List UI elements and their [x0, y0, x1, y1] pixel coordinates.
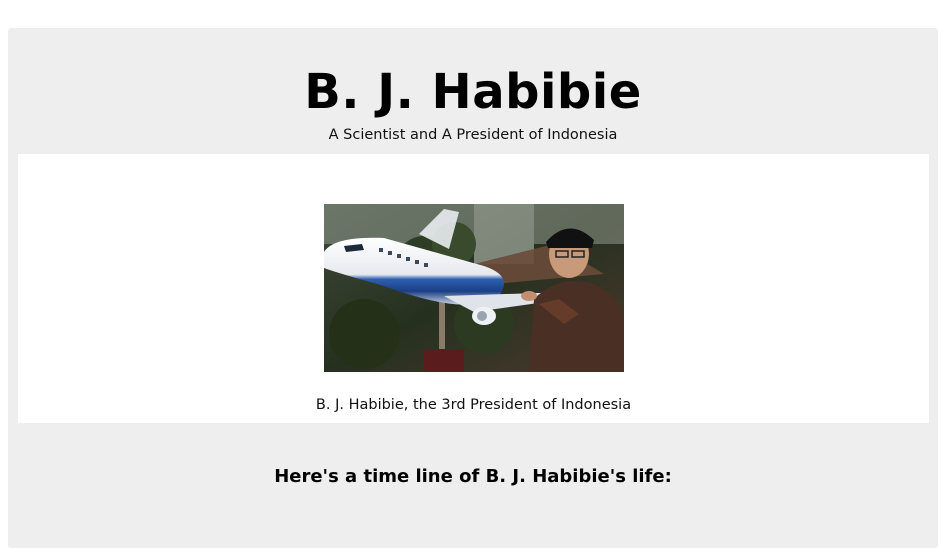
photo-illustration: [324, 204, 624, 372]
habibie-photo: [324, 204, 624, 372]
page-title: B. J. Habibie: [304, 64, 642, 120]
image-caption: B. J. Habibie, the 3rd President of Indo…: [315, 397, 632, 413]
tribute-page: B. J. Habibie A Scientist and A Presiden…: [8, 28, 938, 548]
page-subtitle: A Scientist and A President of Indonesia: [328, 127, 618, 143]
image-panel: B. J. Habibie, the 3rd President of Indo…: [18, 154, 929, 423]
timeline-heading: Here's a time line of B. J. Habibie's li…: [274, 466, 672, 487]
